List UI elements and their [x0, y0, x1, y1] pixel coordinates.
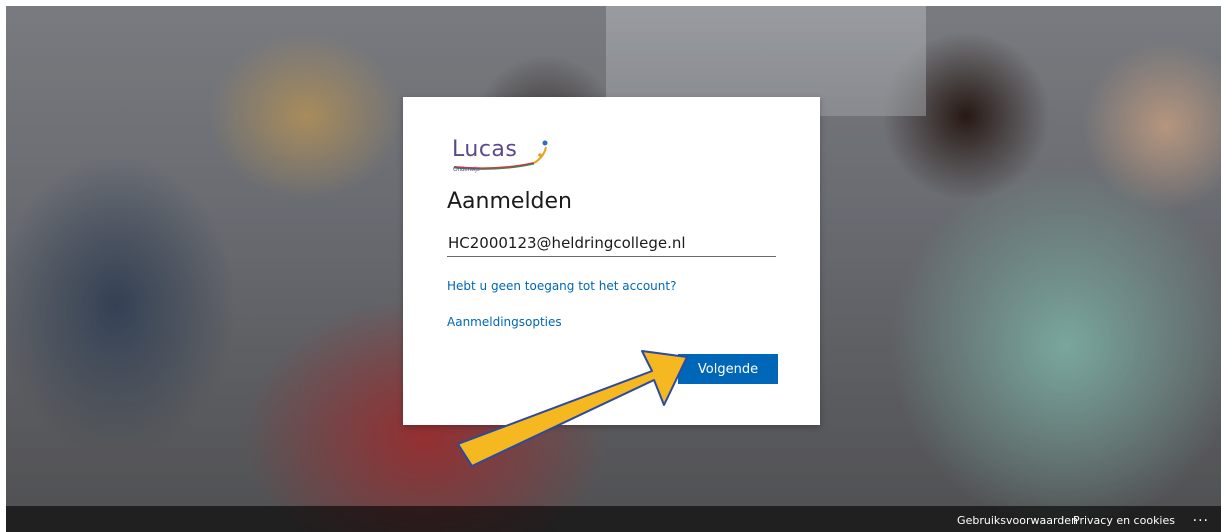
signin-card: Lucas Onderwijs Aanmelden Hebt u geen to…	[403, 97, 820, 425]
ellipsis-icon[interactable]: ...	[1193, 509, 1209, 525]
footer-bar: Gebruiksvoorwaarden Privacy en cookies .…	[6, 506, 1221, 532]
signin-options-link[interactable]: Aanmeldingsopties	[447, 315, 562, 329]
privacy-link[interactable]: Privacy en cookies	[1073, 514, 1175, 527]
lucas-logo: Lucas Onderwijs	[448, 137, 558, 175]
page-title: Aanmelden	[447, 189, 572, 214]
no-access-link[interactable]: Hebt u geen toegang tot het account?	[447, 279, 676, 293]
terms-link[interactable]: Gebruiksvoorwaarden	[957, 514, 1078, 527]
email-field[interactable]	[447, 230, 776, 257]
next-button[interactable]: Volgende	[678, 354, 778, 384]
logo-subtext: Onderwijs	[453, 167, 480, 173]
